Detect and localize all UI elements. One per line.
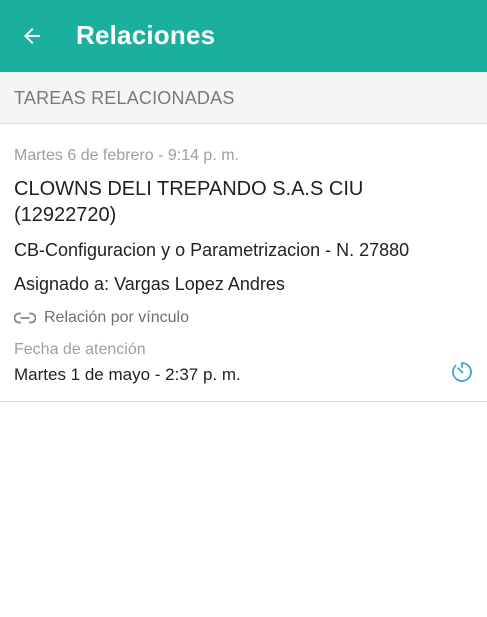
- arrow-left-icon: [24, 28, 40, 44]
- section-header: TAREAS RELACIONADAS: [0, 72, 487, 124]
- attention-date-value: Martes 1 de mayo - 2:37 p. m.: [14, 365, 241, 384]
- section-title: TAREAS RELACIONADAS: [14, 88, 235, 108]
- task-subject: CB-Configuracion y o Parametrizacion - N…: [14, 240, 410, 260]
- relation-row: Relación por vínculo: [14, 307, 189, 329]
- link-icon: [14, 312, 36, 324]
- app-bar: Relaciones: [0, 0, 487, 72]
- timer-icon: [452, 362, 472, 382]
- task-assignee: Asignado a: Vargas Lopez Andres: [14, 274, 285, 294]
- related-task-card[interactable]: Martes 6 de febrero - 9:14 p. m. CLOWNS …: [0, 124, 487, 402]
- task-created-date: Martes 6 de febrero - 9:14 p. m.: [14, 147, 239, 164]
- attention-date-label: Fecha de atención: [14, 341, 146, 358]
- relation-type: Relación por vínculo: [44, 309, 189, 326]
- page-title: Relaciones: [76, 20, 216, 50]
- task-title: CLOWNS DELI TREPANDO S.A.S CIU (12922720…: [14, 178, 364, 226]
- timer-button[interactable]: [448, 358, 476, 386]
- back-button[interactable]: [12, 16, 52, 56]
